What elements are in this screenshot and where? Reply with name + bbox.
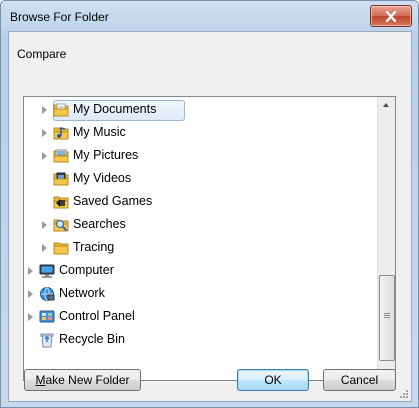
- tree-item[interactable]: My Music: [24, 122, 378, 144]
- cancel-button[interactable]: Cancel: [323, 369, 396, 391]
- tree-item-label: My Music: [73, 125, 126, 139]
- close-button[interactable]: [370, 5, 412, 27]
- window-title: Browse For Folder: [10, 10, 109, 24]
- tree-item[interactable]: Network: [24, 283, 378, 305]
- saved-games-folder-icon: [53, 194, 69, 210]
- expand-arrow-icon[interactable]: [42, 152, 47, 160]
- music-folder-icon: [53, 125, 69, 141]
- scroll-up-arrow-icon: [383, 103, 389, 107]
- expand-arrow-icon[interactable]: [28, 290, 33, 298]
- tree-item-label: Network: [59, 286, 105, 300]
- browse-for-folder-dialog: Browse For Folder Compare My Documents My…: [0, 0, 419, 408]
- pictures-folder-icon: [53, 148, 69, 164]
- expand-arrow-icon[interactable]: [42, 221, 47, 229]
- tree-item-label: Recycle Bin: [59, 332, 125, 346]
- tree-item[interactable]: My Documents: [24, 99, 378, 121]
- title-bar[interactable]: Browse For Folder: [1, 1, 418, 31]
- tree-item-label: My Videos: [73, 171, 132, 185]
- expand-arrow-icon[interactable]: [42, 129, 47, 137]
- ok-label: OK: [264, 373, 282, 387]
- scroll-up-button[interactable]: [378, 97, 395, 114]
- tree-item[interactable]: My Videos: [24, 168, 378, 190]
- close-icon: [385, 10, 397, 22]
- computer-icon: [39, 263, 55, 279]
- tree-item[interactable]: Recycle Bin: [24, 329, 378, 351]
- folder-icon: [53, 240, 69, 256]
- tree-item-label: My Pictures: [73, 148, 139, 162]
- tree-item[interactable]: Computer: [24, 260, 378, 282]
- dialog-body: Compare My Documents My Music My Pictures M…: [8, 31, 412, 402]
- resize-grip-icon[interactable]: [398, 388, 408, 398]
- tree-item-label: Tracing: [73, 240, 115, 254]
- tree-item-label: Control Panel: [59, 309, 135, 323]
- make-new-folder-label: ake New Folder: [45, 373, 130, 387]
- control-panel-icon: [39, 309, 55, 325]
- tree-item-label: Saved Games: [73, 194, 153, 208]
- cancel-label: Cancel: [340, 373, 379, 387]
- ok-button[interactable]: OK: [237, 369, 309, 391]
- thumb-grip-icon: [384, 313, 390, 314]
- network-icon: [39, 286, 55, 302]
- tree-item-label: Computer: [59, 263, 114, 277]
- videos-folder-icon: [53, 171, 69, 187]
- tree-item-label: My Documents: [73, 102, 157, 116]
- documents-folder-icon: [53, 102, 69, 118]
- recycle-bin-icon: [39, 332, 55, 348]
- tree-item[interactable]: Searches: [24, 214, 378, 236]
- vertical-scrollbar[interactable]: [377, 97, 395, 380]
- make-new-folder-button[interactable]: Make New Folder: [24, 369, 141, 391]
- expand-arrow-icon[interactable]: [28, 313, 33, 321]
- expand-arrow-icon[interactable]: [42, 106, 47, 114]
- tree-item[interactable]: Control Panel: [24, 306, 378, 328]
- make-new-folder-mnemonic: M: [35, 373, 46, 387]
- searches-folder-icon: [53, 217, 69, 233]
- dialog-caption: Compare: [17, 47, 67, 61]
- scrollbar-thumb[interactable]: [379, 275, 395, 361]
- folder-tree-items: My Documents My Music My Pictures My Videos…: [24, 97, 378, 380]
- tree-item[interactable]: My Pictures: [24, 145, 378, 167]
- tree-item[interactable]: Tracing: [24, 237, 378, 259]
- folder-tree[interactable]: My Documents My Music My Pictures My Videos…: [23, 96, 396, 381]
- expand-arrow-icon[interactable]: [42, 244, 47, 252]
- tree-item[interactable]: Saved Games: [24, 191, 378, 213]
- tree-item-label: Searches: [73, 217, 126, 231]
- expand-arrow-icon[interactable]: [28, 267, 33, 275]
